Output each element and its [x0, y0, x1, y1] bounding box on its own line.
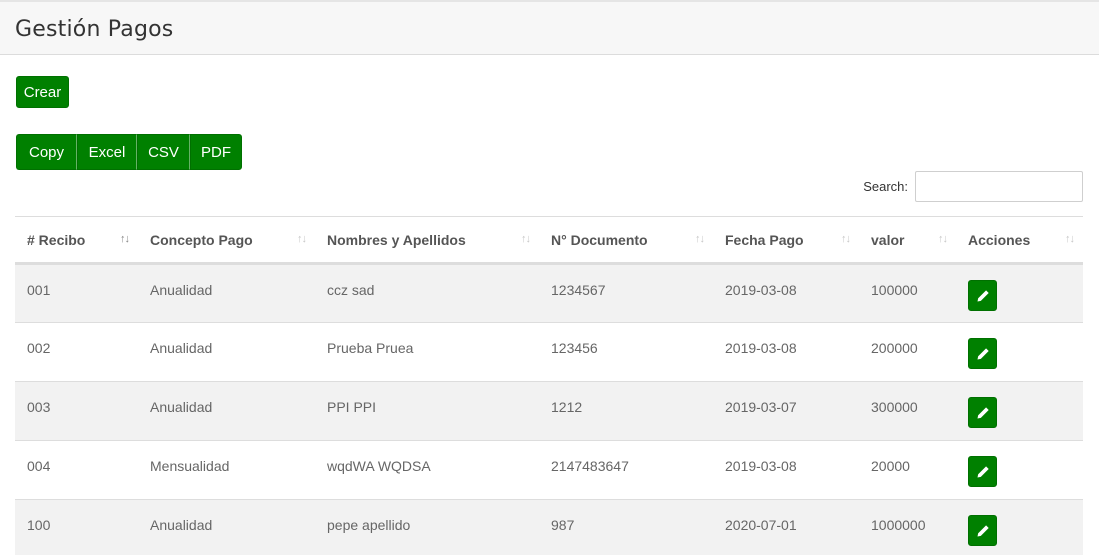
cell-valor: 300000 [871, 399, 918, 415]
page-header: Gestión Pagos [0, 0, 1099, 55]
sort-icon: ↑↓ [521, 233, 531, 245]
table-row: 003 Anualidad PPI PPI 1212 2019-03-07 30… [15, 381, 1083, 441]
cell-valor: 20000 [871, 458, 910, 474]
cell-concepto: Anualidad [150, 517, 213, 533]
sort-asc-icon: ↑↓ [120, 233, 130, 245]
table-header-row: # Recibo ↑↓ Concepto Pago ↑↓ Nombres y Ape… [15, 216, 1083, 264]
search-input[interactable] [915, 171, 1083, 202]
cell-recibo: 100 [27, 517, 51, 533]
column-header-documento[interactable]: N° Documento ↑↓ [539, 217, 713, 264]
copy-button[interactable]: Copy [16, 134, 77, 170]
cell-valor: 100000 [871, 282, 918, 298]
cell-valor: 200000 [871, 340, 918, 356]
cell-nombres: wqdWA WQDSA [327, 458, 431, 474]
sort-icon: ↑↓ [297, 233, 307, 245]
cell-recibo: 001 [27, 282, 51, 298]
export-button-group: Copy Excel CSV PDF [16, 134, 242, 170]
payments-table: # Recibo ↑↓ Concepto Pago ↑↓ Nombres y Ape… [15, 216, 1083, 555]
edit-button[interactable] [968, 515, 997, 546]
search-box: Search: [863, 171, 1083, 202]
cell-fecha: 2019-03-08 [725, 458, 797, 474]
pencil-icon [976, 465, 989, 478]
cell-recibo: 002 [27, 340, 51, 356]
cell-concepto: Mensualidad [150, 458, 230, 474]
csv-button[interactable]: CSV [137, 134, 190, 170]
sort-icon: ↑↓ [695, 233, 705, 245]
cell-valor: 1000000 [871, 517, 926, 533]
cell-acciones [956, 500, 1083, 555]
pencil-icon [976, 289, 989, 302]
cell-documento: 1234567 [551, 282, 606, 298]
cell-nombres: Prueba Pruea [327, 340, 414, 356]
sort-icon: ↑↓ [841, 233, 851, 245]
cell-documento: 1212 [551, 399, 583, 415]
column-header-fecha[interactable]: Fecha Pago ↑↓ [713, 217, 859, 264]
cell-nombres: pepe apellido [327, 517, 411, 533]
pencil-icon [976, 524, 989, 537]
cell-acciones [956, 441, 1083, 500]
cell-fecha: 2020-07-01 [725, 517, 797, 533]
cell-fecha: 2019-03-07 [725, 399, 797, 415]
cell-acciones [956, 382, 1083, 441]
table-row: 002 Anualidad Prueba Pruea 123456 2019-0… [15, 323, 1083, 382]
cell-documento: 987 [551, 517, 575, 533]
edit-button[interactable] [968, 280, 997, 311]
table-row: 001 Anualidad ccz sad 1234567 2019-03-08… [15, 263, 1083, 323]
table-row: 004 Mensualidad wqdWA WQDSA 2147483647 2… [15, 441, 1083, 500]
column-header-recibo[interactable]: # Recibo ↑↓ [15, 217, 138, 264]
cell-documento: 123456 [551, 340, 598, 356]
cell-fecha: 2019-03-08 [725, 340, 797, 356]
excel-button[interactable]: Excel [77, 134, 137, 170]
pencil-icon [976, 347, 989, 360]
cell-concepto: Anualidad [150, 399, 213, 415]
edit-button[interactable] [968, 338, 997, 369]
column-header-concepto[interactable]: Concepto Pago ↑↓ [138, 217, 315, 264]
cell-fecha: 2019-03-08 [725, 282, 797, 298]
cell-acciones [956, 323, 1083, 382]
sort-icon: ↑↓ [1065, 233, 1075, 245]
table-row: 100 Anualidad pepe apellido 987 2020-07-… [15, 499, 1083, 555]
cell-recibo: 003 [27, 399, 51, 415]
search-label: Search: [863, 179, 908, 194]
page-title: Gestión Pagos [15, 17, 174, 42]
column-header-acciones[interactable]: Acciones ↑↓ [956, 217, 1083, 264]
edit-button[interactable] [968, 456, 997, 487]
cell-acciones [956, 264, 1083, 323]
edit-button[interactable] [968, 397, 997, 428]
cell-concepto: Anualidad [150, 282, 213, 298]
sort-icon: ↑↓ [938, 233, 948, 245]
create-button[interactable]: Crear [16, 76, 69, 108]
cell-concepto: Anualidad [150, 340, 213, 356]
cell-documento: 2147483647 [551, 458, 629, 474]
pdf-button[interactable]: PDF [190, 134, 242, 170]
column-header-valor[interactable]: valor ↑↓ [859, 217, 956, 264]
column-header-nombres[interactable]: Nombres y Apellidos ↑↓ [315, 217, 539, 264]
cell-nombres: ccz sad [327, 282, 375, 298]
pencil-icon [976, 406, 989, 419]
cell-recibo: 004 [27, 458, 51, 474]
cell-nombres: PPI PPI [327, 399, 377, 415]
